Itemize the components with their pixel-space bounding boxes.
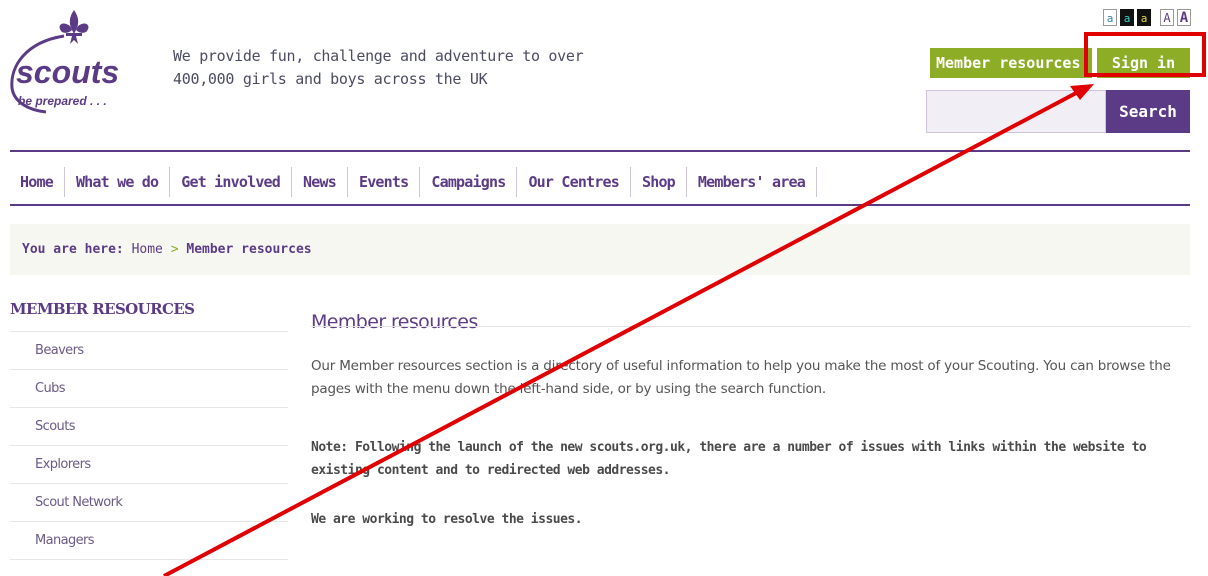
text-contrast-yellow[interactable]: a bbox=[1137, 9, 1151, 26]
nav-top-divider bbox=[10, 150, 1190, 152]
nav-item-what-we-do[interactable]: What we do bbox=[65, 167, 171, 197]
sidebar-item-explorers[interactable]: Explorers bbox=[10, 445, 288, 483]
sidebar-item-scout-network[interactable]: Scout Network bbox=[10, 483, 288, 521]
title-divider bbox=[311, 326, 1190, 327]
scouts-logo-graphic: scouts be prepared . . . bbox=[10, 10, 119, 114]
sidebar-menu: Beavers Cubs Scouts Explorers Scout Netw… bbox=[10, 331, 288, 560]
nav-item-members-area[interactable]: Members' area bbox=[687, 167, 817, 197]
tagline: We provide fun, challenge and adventure … bbox=[173, 47, 584, 88]
sign-in-highlight-annotation bbox=[1084, 32, 1206, 77]
member-resources-button[interactable]: Member resources bbox=[930, 48, 1092, 78]
text-size-controls: a a a A A bbox=[1103, 9, 1191, 26]
nav-item-shop[interactable]: Shop bbox=[631, 167, 687, 197]
text-size-large[interactable]: A bbox=[1177, 9, 1191, 26]
sidebar-title: MEMBER RESOURCES bbox=[10, 300, 195, 318]
text-size-normal[interactable]: a bbox=[1103, 9, 1117, 26]
search-button[interactable]: Search bbox=[1106, 90, 1190, 133]
search-input[interactable] bbox=[926, 90, 1106, 133]
sidebar-item-cubs[interactable]: Cubs bbox=[10, 369, 288, 407]
resolve-paragraph: We are working to resolve the issues. bbox=[311, 512, 583, 527]
logo-motto: be prepared . . . bbox=[18, 94, 107, 108]
breadcrumb-current: Member resources bbox=[186, 242, 312, 257]
nav-item-home[interactable]: Home bbox=[10, 167, 65, 197]
logo-word: scouts bbox=[16, 54, 119, 90]
nav-bottom-divider bbox=[10, 204, 1190, 206]
main-navigation: Home What we do Get involved News Events… bbox=[10, 163, 817, 201]
breadcrumb-separator: > bbox=[170, 242, 179, 257]
nav-item-news[interactable]: News bbox=[292, 167, 348, 197]
nav-item-our-centres[interactable]: Our Centres bbox=[517, 167, 631, 197]
page-title: Member resources bbox=[311, 310, 478, 333]
text-contrast-cyan[interactable]: a bbox=[1120, 9, 1134, 26]
sidebar-item-beavers[interactable]: Beavers bbox=[10, 331, 288, 369]
breadcrumb-lead: You are here: bbox=[22, 242, 124, 257]
nav-item-campaigns[interactable]: Campaigns bbox=[420, 167, 518, 197]
note-paragraph: Note: Following the launch of the new sc… bbox=[311, 440, 1147, 478]
nav-item-events[interactable]: Events bbox=[348, 167, 421, 197]
breadcrumb-home-link[interactable]: Home bbox=[132, 242, 163, 257]
nav-item-get-involved[interactable]: Get involved bbox=[170, 167, 293, 197]
scouts-logo[interactable]: scouts be prepared . . . bbox=[6, 6, 156, 116]
sidebar-item-managers[interactable]: Managers bbox=[10, 521, 288, 560]
sidebar-item-scouts[interactable]: Scouts bbox=[10, 407, 288, 445]
breadcrumb: You are here: Home > Member resources bbox=[10, 224, 1190, 275]
text-size-medium[interactable]: A bbox=[1160, 9, 1174, 26]
fleur-de-lis-icon bbox=[59, 10, 89, 44]
intro-paragraph: Our Member resources section is a direct… bbox=[311, 358, 1171, 397]
